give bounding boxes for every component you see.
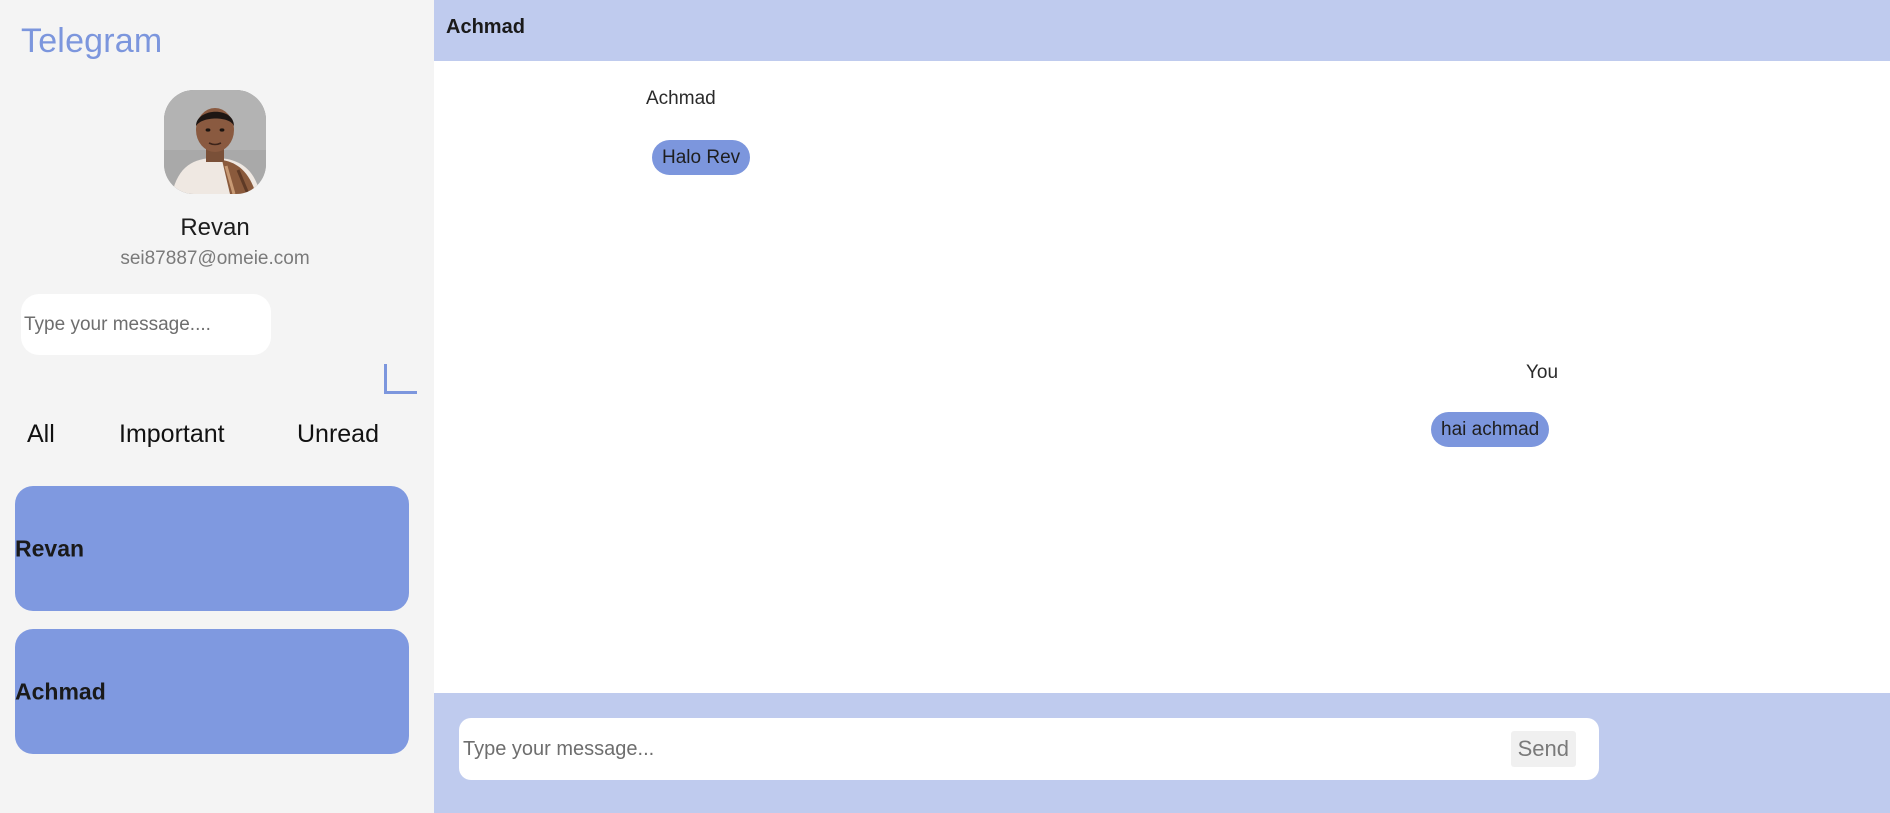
- tab-important[interactable]: Important: [119, 420, 225, 449]
- tab-unread[interactable]: Unread: [297, 420, 379, 449]
- message-input[interactable]: [461, 718, 1521, 780]
- avatar: [164, 90, 266, 194]
- chat-item-name: Achmad: [15, 678, 106, 704]
- telegram-app: Telegram Revan sei87887@omeie.com Type y…: [0, 0, 1890, 813]
- chat-panel: Achmad Achmad Halo Rev You hai achmad Se…: [434, 0, 1890, 813]
- chat-item-achmad[interactable]: Achmad: [15, 629, 409, 754]
- chat-item-name: Revan: [15, 535, 85, 561]
- chat-title: Achmad: [446, 16, 525, 38]
- message-sender: You: [1526, 362, 1559, 383]
- message-bubble-incoming: Halo Rev: [652, 140, 751, 175]
- composer-box: Send: [459, 718, 1599, 780]
- profile-email: sei87887@omeie.com: [120, 248, 310, 269]
- sidebar-message-input[interactable]: [21, 294, 271, 355]
- avatar-photo-icon: [164, 90, 266, 194]
- sidebar: Telegram Revan sei87887@omeie.com Type y…: [0, 0, 434, 813]
- corner-bracket-icon[interactable]: [384, 364, 417, 394]
- message-bubble-outgoing: hai achmad: [1431, 412, 1550, 447]
- message-sender: Achmad: [646, 88, 716, 109]
- tab-all[interactable]: All: [27, 420, 55, 449]
- chat-header: Achmad: [434, 0, 1890, 61]
- message-composer: Send: [434, 693, 1890, 813]
- app-logo: Telegram: [21, 22, 163, 60]
- profile-name: Revan: [180, 214, 250, 241]
- send-button[interactable]: Send: [1510, 731, 1576, 767]
- chat-item-revan[interactable]: Revan: [15, 486, 409, 611]
- filter-tabs: All Important Unread: [0, 420, 434, 454]
